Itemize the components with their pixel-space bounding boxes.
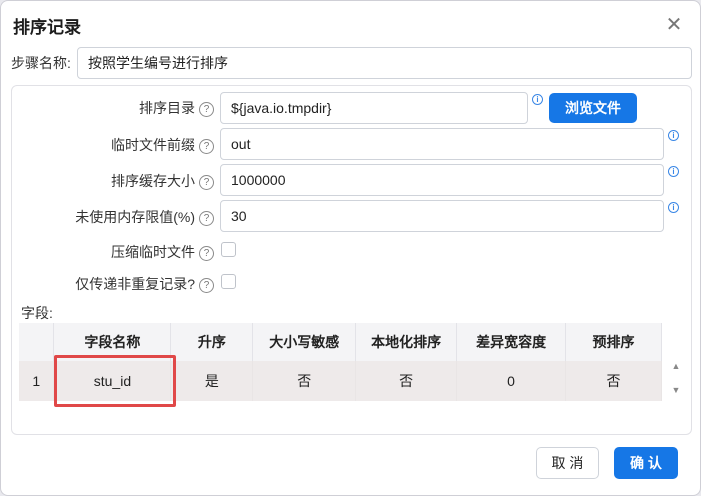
- ascending-cell[interactable]: 是: [170, 361, 254, 401]
- unique-only-label: 仅传递非重复记录??: [75, 274, 214, 294]
- column-header-presorted[interactable]: 预排序: [565, 323, 662, 361]
- fields-label: 字段:: [21, 305, 53, 321]
- memory-limit-label: 未使用内存限值(%)?: [75, 207, 214, 227]
- browse-file-button[interactable]: 浏览文件: [549, 93, 637, 123]
- help-icon[interactable]: ?: [199, 211, 214, 226]
- compress-label: 压缩临时文件?: [111, 242, 214, 262]
- table-scrollbar[interactable]: ▲ ▼: [669, 361, 683, 401]
- highlight-box: [54, 355, 176, 407]
- presorted-cell[interactable]: 否: [565, 361, 662, 401]
- memory-limit-input[interactable]: 30: [220, 200, 664, 232]
- dialog-title: 排序记录: [13, 18, 81, 37]
- collator-strength-cell[interactable]: 0: [456, 361, 567, 401]
- info-icon[interactable]: i: [668, 202, 679, 213]
- info-icon[interactable]: i: [668, 130, 679, 141]
- sort-records-dialog: 排序记录 ✕ 步骤名称: 按照学生编号进行排序 排序目录? ${java.io.…: [0, 0, 701, 496]
- case-sensitive-cell[interactable]: 否: [252, 361, 357, 401]
- compress-checkbox[interactable]: [221, 242, 236, 257]
- help-icon[interactable]: ?: [199, 278, 214, 293]
- buffer-size-label: 排序缓存大小?: [111, 171, 214, 191]
- ok-button[interactable]: 确 认: [614, 447, 678, 479]
- sort-dir-input[interactable]: ${java.io.tmpdir}: [220, 92, 528, 124]
- step-name-label: 步骤名称:: [11, 55, 71, 71]
- info-icon[interactable]: i: [532, 94, 543, 105]
- column-header-collator-strength[interactable]: 差异宽容度: [456, 323, 567, 361]
- step-name-input[interactable]: 按照学生编号进行排序: [77, 47, 692, 79]
- sort-dir-label: 排序目录?: [139, 98, 214, 118]
- column-header-case-sensitive[interactable]: 大小写敏感: [252, 323, 357, 361]
- help-icon[interactable]: ?: [199, 102, 214, 117]
- column-header-locale-sort[interactable]: 本地化排序: [355, 323, 458, 361]
- row-index: 1: [19, 361, 55, 401]
- info-icon[interactable]: i: [668, 166, 679, 177]
- cancel-button[interactable]: 取 消: [536, 447, 599, 479]
- scroll-down-icon[interactable]: ▼: [669, 385, 683, 395]
- scroll-up-icon[interactable]: ▲: [669, 361, 683, 371]
- temp-prefix-label: 临时文件前缀?: [111, 135, 214, 155]
- column-header-ascending[interactable]: 升序: [170, 323, 254, 361]
- close-icon[interactable]: ✕: [664, 15, 684, 35]
- help-icon[interactable]: ?: [199, 246, 214, 261]
- locale-sort-cell[interactable]: 否: [355, 361, 458, 401]
- unique-only-checkbox[interactable]: [221, 274, 236, 289]
- help-icon[interactable]: ?: [199, 175, 214, 190]
- help-icon[interactable]: ?: [199, 139, 214, 154]
- buffer-size-input[interactable]: 1000000: [220, 164, 664, 196]
- column-header-index: [19, 323, 55, 361]
- temp-prefix-input[interactable]: out: [220, 128, 664, 160]
